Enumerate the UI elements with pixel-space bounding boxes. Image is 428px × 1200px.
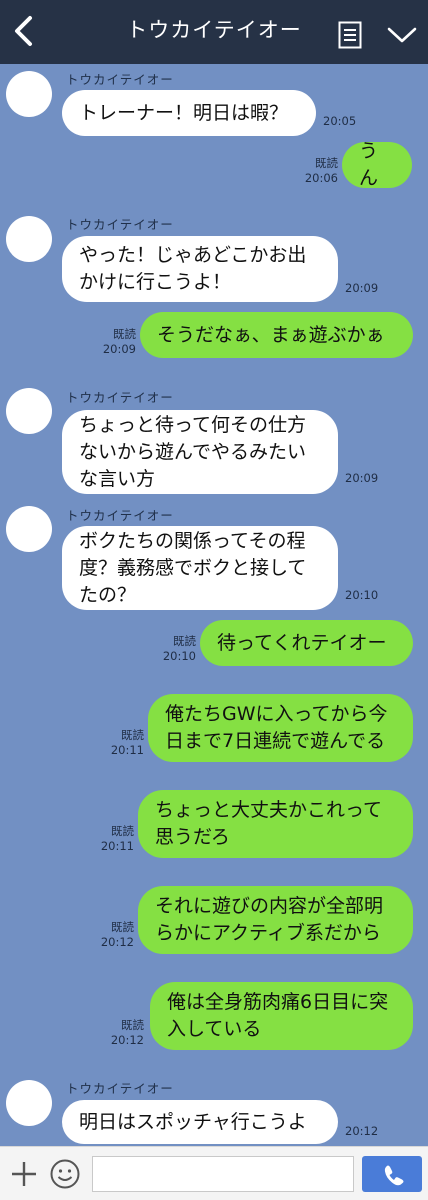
message-time: 20:09 bbox=[345, 471, 379, 485]
plus-icon[interactable] bbox=[9, 1159, 39, 1189]
message-bubble[interactable]: ちょっと待って何その仕方 ないから遊んでやるみたい な言い方 bbox=[62, 410, 338, 494]
menu-list-icon[interactable] bbox=[338, 21, 362, 49]
message-time: 20:11 bbox=[110, 743, 144, 757]
avatar[interactable] bbox=[6, 71, 52, 117]
avatar[interactable] bbox=[6, 506, 52, 552]
message-outgoing: 既読 20:09 そうだなぁ、まぁ遊ぶかぁ bbox=[0, 312, 428, 358]
message-bubble[interactable]: ちょっと大丈夫かこれって 思うだろ bbox=[138, 790, 413, 858]
read-receipt: 既読 bbox=[121, 728, 144, 742]
message-bubble[interactable]: トレーナー！明日は暇？ bbox=[62, 90, 316, 136]
message-incoming: トウカイテイオー 明日はスポッチャ行こうよ 20:12 bbox=[0, 1076, 428, 1146]
read-receipt: 既読 bbox=[111, 920, 134, 934]
message-outgoing: 既読 20:06 うん bbox=[0, 140, 428, 189]
read-receipt: 既読 bbox=[121, 1018, 144, 1032]
chat-title: トウカイテイオー bbox=[126, 18, 302, 42]
message-bubble[interactable]: 待ってくれテイオー bbox=[200, 620, 413, 666]
message-outgoing: 既読 20:12 それに遊びの内容が全部明 らかにアクティブ系だから bbox=[0, 886, 428, 954]
message-bubble[interactable]: 俺は全身筋肉痛6日目に突 入している bbox=[150, 982, 413, 1050]
phone-icon bbox=[384, 1165, 404, 1186]
message-time: 20:11 bbox=[100, 839, 134, 853]
message-time: 20:10 bbox=[345, 588, 379, 602]
message-input[interactable] bbox=[92, 1156, 354, 1192]
message-outgoing: 既読 20:11 ちょっと大丈夫かこれって 思うだろ bbox=[0, 790, 428, 858]
sender-name: トウカイテイオー bbox=[66, 72, 174, 87]
message-time: 20:12 bbox=[110, 1033, 144, 1047]
message-incoming: トウカイテイオー ちょっと待って何その仕方 ないから遊んでやるみたい な言い方 … bbox=[0, 386, 428, 496]
message-time: 20:12 bbox=[100, 935, 134, 949]
message-bubble[interactable]: ボクたちの関係ってその程 度？義務感でボクと接して たの？ bbox=[62, 526, 338, 610]
message-time: 20:05 bbox=[323, 114, 357, 128]
message-bubble[interactable]: それに遊びの内容が全部明 らかにアクティブ系だから bbox=[138, 886, 413, 954]
message-bubble[interactable]: やった！じゃあどこかお出 かけに行こうよ！ bbox=[62, 236, 338, 302]
message-time: 20:12 bbox=[345, 1124, 379, 1138]
message-time: 20:09 bbox=[345, 281, 379, 295]
read-receipt: 既読 bbox=[113, 327, 136, 341]
message-time: 20:06 bbox=[304, 171, 338, 185]
read-receipt: 既読 bbox=[173, 634, 196, 648]
message-outgoing: 既読 20:11 俺たちGWに入ってから今 日まで7日連続で遊んでる bbox=[0, 694, 428, 762]
chevron-down-icon[interactable] bbox=[386, 24, 418, 46]
input-bar bbox=[0, 1146, 428, 1200]
chat-header: トウカイテイオー bbox=[0, 0, 428, 64]
read-receipt: 既読 bbox=[111, 824, 134, 838]
message-incoming: トウカイテイオー やった！じゃあどこかお出 かけに行こうよ！ 20:09 bbox=[0, 212, 428, 302]
send-button[interactable] bbox=[362, 1156, 422, 1192]
message-bubble[interactable]: うん bbox=[342, 140, 412, 189]
sender-name: トウカイテイオー bbox=[66, 390, 174, 405]
message-bubble[interactable]: 明日はスポッチャ行こうよ bbox=[62, 1100, 338, 1144]
read-receipt: 既読 bbox=[315, 156, 338, 170]
sender-name: トウカイテイオー bbox=[66, 1081, 174, 1096]
avatar[interactable] bbox=[6, 388, 52, 434]
avatar[interactable] bbox=[6, 1080, 52, 1126]
sender-name: トウカイテイオー bbox=[66, 508, 174, 523]
smile-icon[interactable] bbox=[49, 1158, 81, 1190]
message-outgoing: 既読 20:12 俺は全身筋肉痛6日目に突 入している bbox=[0, 982, 428, 1050]
message-outgoing: 既読 20:10 待ってくれテイオー bbox=[0, 620, 428, 666]
message-bubble[interactable]: そうだなぁ、まぁ遊ぶかぁ bbox=[140, 312, 413, 358]
message-incoming: トウカイテイオー トレーナー！明日は暇？ 20:05 bbox=[0, 68, 428, 142]
message-incoming: トウカイテイオー ボクたちの関係ってその程 度？義務感でボクと接して たの？ 2… bbox=[0, 504, 428, 612]
message-bubble[interactable]: 俺たちGWに入ってから今 日まで7日連続で遊んでる bbox=[148, 694, 413, 762]
message-time: 20:09 bbox=[102, 342, 136, 356]
avatar[interactable] bbox=[6, 216, 52, 262]
message-time: 20:10 bbox=[162, 649, 196, 663]
sender-name: トウカイテイオー bbox=[66, 217, 174, 232]
message-list[interactable]: トウカイテイオー トレーナー！明日は暇？ 20:05 既読 20:06 うん ト… bbox=[0, 64, 428, 1146]
